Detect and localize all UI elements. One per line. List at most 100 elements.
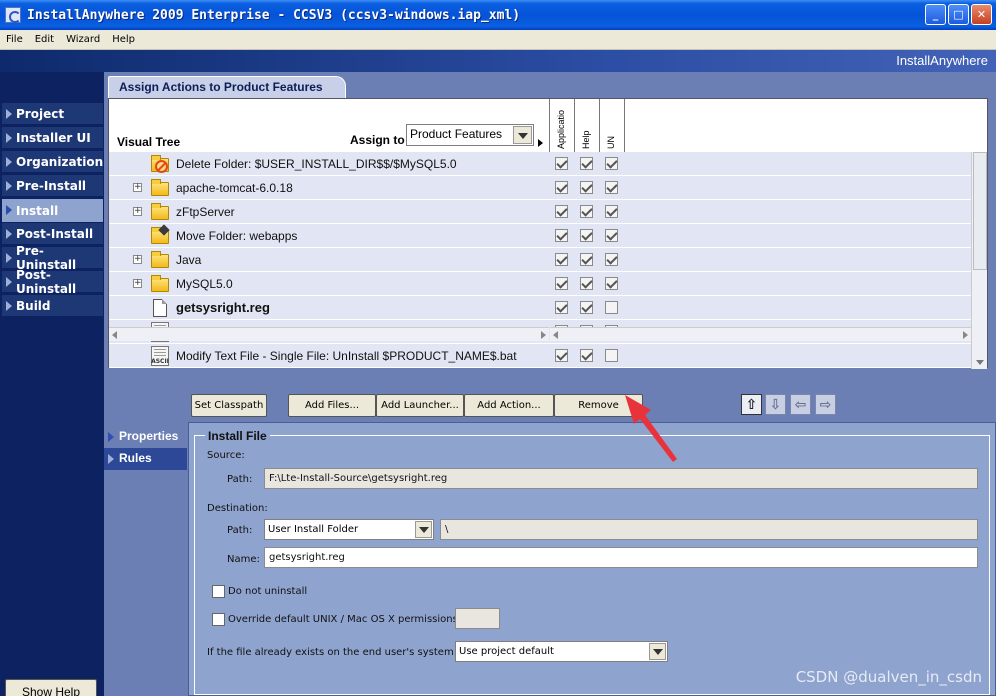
override-permissions-checkbox[interactable] (212, 613, 225, 626)
column-divider (599, 99, 600, 152)
expand-icon[interactable]: + (133, 207, 142, 216)
sidebar-item-project[interactable]: Project (2, 103, 103, 125)
move-left-button[interactable]: ⇦ (790, 394, 811, 415)
feature-checkbox-help[interactable] (580, 301, 593, 314)
minimize-button[interactable]: _ (925, 4, 946, 25)
feature-checkbox-un[interactable] (605, 229, 618, 242)
folder-icon-wrap (150, 274, 170, 294)
sidebar-item-pre-install[interactable]: Pre-Install (2, 175, 103, 197)
tree-row[interactable]: + MySQL5.0 (109, 272, 971, 296)
sidebar-item-organization[interactable]: Organization (2, 151, 103, 173)
maximize-button[interactable]: □ (948, 4, 969, 25)
feature-checkbox-application[interactable] (555, 229, 568, 242)
feature-checkbox-un[interactable] (605, 157, 618, 170)
vertical-scrollbar[interactable] (971, 152, 987, 369)
tree-row[interactable]: + apache-tomcat-6.0.18 (109, 176, 971, 200)
chevron-down-icon[interactable] (649, 643, 666, 660)
watermark: CSDN @dualven_in_csdn (795, 668, 982, 686)
feature-checkbox-application[interactable] (555, 253, 568, 266)
sidebar-item-installer-ui[interactable]: Installer UI (2, 127, 103, 149)
feature-checkbox-application[interactable] (555, 277, 568, 290)
tree-row-label: Move Folder: webapps (176, 229, 298, 243)
folder-icon (151, 179, 169, 196)
chevron-down-icon[interactable] (513, 126, 532, 144)
folder-icon (151, 203, 169, 220)
expand-icon[interactable]: + (133, 183, 142, 192)
scroll-right-icon[interactable] (963, 331, 968, 339)
tree-row[interactable]: ASCII Modify Text File - Single File: UnI… (109, 344, 971, 368)
feature-checkbox-un[interactable] (605, 253, 618, 266)
destination-folder-select[interactable]: User Install Folder (264, 519, 434, 540)
feature-checkbox-application[interactable] (555, 349, 568, 362)
horizontal-scrollbar-columns[interactable] (550, 327, 971, 341)
source-path-field[interactable]: F:\Lte-Install-Source\getsysright.reg (264, 468, 978, 489)
feature-checkbox-un[interactable] (605, 301, 618, 314)
destination-path-label: Path: (227, 525, 253, 536)
add-launcher-button[interactable]: Add Launcher... (376, 394, 464, 417)
scroll-right-icon[interactable] (541, 331, 546, 339)
add-files-button[interactable]: Add Files... (288, 394, 376, 417)
tree-row[interactable]: getsysright.reg (109, 296, 971, 320)
feature-checkbox-help[interactable] (580, 253, 593, 266)
assign-to-select[interactable]: Product Features (406, 124, 534, 146)
tree-row[interactable]: + Java (109, 248, 971, 272)
feature-checkbox-application[interactable] (555, 157, 568, 170)
scroll-down-icon[interactable] (976, 360, 984, 365)
scroll-left-icon[interactable] (553, 331, 558, 339)
tree-row[interactable]: Delete Folder: $USER_INSTALL_DIR$$/$MySQ… (109, 152, 971, 176)
chevron-down-icon[interactable] (415, 521, 432, 538)
feature-checkbox-help[interactable] (580, 349, 593, 362)
scroll-thumb[interactable] (973, 152, 987, 270)
permissions-input[interactable] (455, 608, 500, 629)
expand-icon[interactable]: + (133, 255, 142, 264)
move-folder-icon (150, 224, 170, 246)
sidebar-item-post-install[interactable]: Post-Install (2, 223, 103, 245)
menu-edit[interactable]: Edit (29, 34, 60, 45)
move-down-button[interactable]: ⇩ (765, 394, 786, 415)
feature-checkbox-un[interactable] (605, 205, 618, 218)
feature-checkbox-help[interactable] (580, 205, 593, 218)
set-classpath-button[interactable]: Set Classpath (191, 394, 267, 417)
feature-checkbox-application[interactable] (555, 301, 568, 314)
menu-file[interactable]: File (0, 34, 29, 45)
feature-checkbox-help[interactable] (580, 277, 593, 290)
feature-checkbox-un[interactable] (605, 349, 618, 362)
sidebar-item-pre-uninstall[interactable]: Pre-Uninstall (2, 244, 103, 272)
tree-row[interactable]: Move Folder: webapps (109, 224, 971, 248)
arrow-up-icon: ⇧ (745, 396, 758, 413)
feature-checkbox-help[interactable] (580, 229, 593, 242)
show-help-button[interactable]: Show Help (5, 679, 97, 696)
menu-wizard[interactable]: Wizard (60, 34, 106, 45)
destination-folder-value: User Install Folder (268, 524, 359, 535)
feature-checkbox-un[interactable] (605, 181, 618, 194)
tree-row[interactable]: + zFtpServer (109, 200, 971, 224)
tab-rules[interactable]: Rules (104, 448, 187, 470)
feature-checkbox-application[interactable] (555, 181, 568, 194)
expand-icon[interactable]: + (133, 279, 142, 288)
assign-actions-tab[interactable]: Assign Actions to Product Features (108, 76, 346, 98)
feature-checkbox-help[interactable] (580, 181, 593, 194)
destination-subpath-field[interactable]: \ (440, 519, 978, 540)
folder-icon-wrap (150, 202, 170, 222)
sidebar-item-install[interactable]: Install (2, 199, 103, 223)
feature-checkbox-un[interactable] (605, 277, 618, 290)
scroll-left-icon[interactable] (112, 331, 117, 339)
override-permissions-label: Override default UNIX / Mac OS X permiss… (228, 614, 462, 625)
feature-checkbox-help[interactable] (580, 157, 593, 170)
menu-help[interactable]: Help (106, 34, 141, 45)
tab-properties[interactable]: Properties (104, 426, 187, 448)
add-action-button[interactable]: Add Action... (464, 394, 554, 417)
name-input[interactable]: getsysright.reg (264, 547, 978, 568)
move-right-button[interactable]: ⇨ (815, 394, 836, 415)
remove-button[interactable]: Remove (554, 394, 643, 417)
sidebar-item-build[interactable]: Build (2, 295, 103, 317)
feature-checkbox-application[interactable] (555, 205, 568, 218)
file-exists-select[interactable]: Use project default (455, 641, 668, 662)
horizontal-scrollbar-tree[interactable] (109, 327, 549, 341)
close-button[interactable]: ✕ (971, 4, 992, 25)
brand-logo: InstallAnywhere (896, 53, 988, 68)
do-not-uninstall-checkbox[interactable] (212, 585, 225, 598)
sidebar-item-post-uninstall[interactable]: Post-Uninstall (2, 268, 103, 296)
move-up-button[interactable]: ⇧ (741, 394, 762, 415)
file-icon-wrap (150, 298, 170, 318)
